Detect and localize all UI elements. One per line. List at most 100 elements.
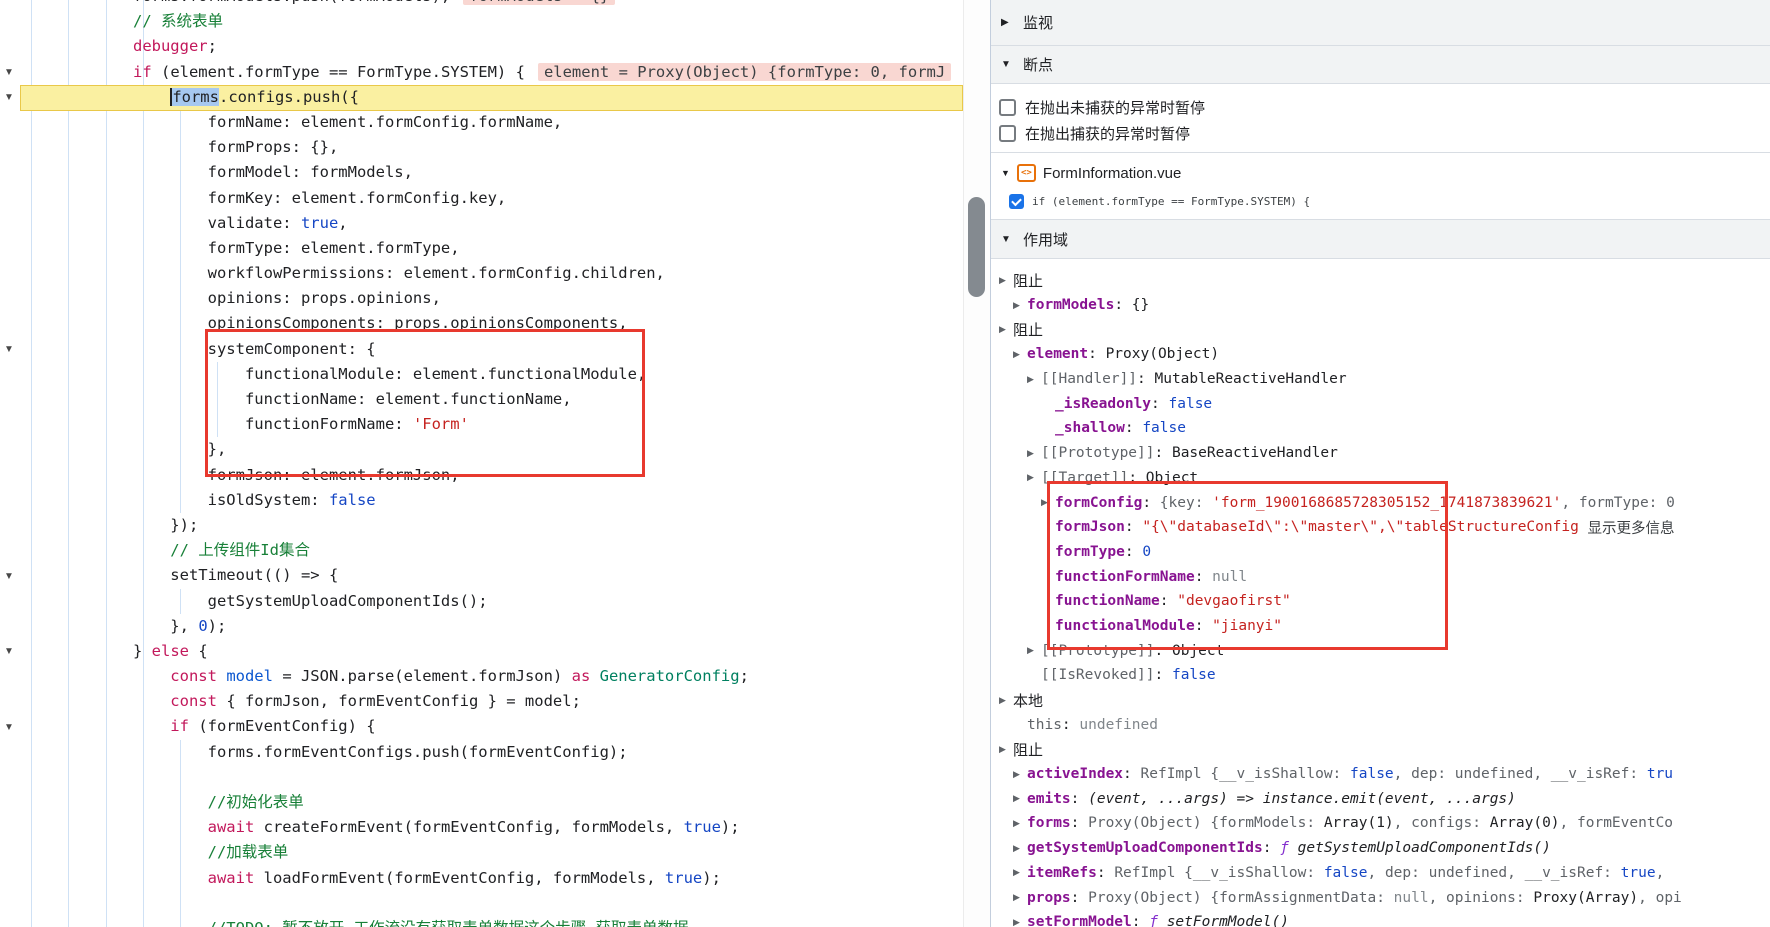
- code-line[interactable]: systemComponent: {: [21, 337, 963, 362]
- code-line[interactable]: debugger;: [21, 34, 963, 59]
- code-line[interactable]: },: [21, 437, 963, 462]
- disclosure-triangle-icon[interactable]: ▶: [999, 324, 1013, 335]
- code-line[interactable]: formJson: element.formJson,: [21, 463, 963, 488]
- disclosure-triangle-icon[interactable]: ▶: [1027, 448, 1041, 459]
- code-line[interactable]: //初始化表单: [21, 790, 963, 815]
- chevron-down-icon[interactable]: ▼: [1001, 168, 1010, 178]
- disclosure-triangle-icon[interactable]: ▶: [1027, 645, 1041, 656]
- disclosure-triangle-icon[interactable]: ▶: [1013, 843, 1027, 854]
- pause-uncaught-exceptions-row[interactable]: 在抛出未捕获的异常时暂停: [991, 94, 1205, 120]
- scope-row[interactable]: ▶[[Target]]: Object: [991, 466, 1770, 491]
- code-line[interactable]: // 上传组件Id集合: [21, 538, 963, 563]
- disclosure-triangle-icon[interactable]: ▶: [999, 275, 1013, 286]
- code-line[interactable]: const { formJson, formEventConfig } = mo…: [21, 689, 963, 714]
- code-line[interactable]: opinions: props.opinions,: [21, 286, 963, 311]
- disclosure-triangle-icon[interactable]: ▶: [1013, 300, 1027, 311]
- disclosure-triangle-icon[interactable]: ▶: [1013, 867, 1027, 878]
- scope-row[interactable]: ▶本地: [991, 688, 1770, 713]
- fold-marker-icon[interactable]: ▼: [4, 344, 14, 356]
- code-line[interactable]: formType: element.formType,: [21, 236, 963, 261]
- code-line[interactable]: const model = JSON.parse(element.formJso…: [21, 664, 963, 689]
- disclosure-triangle-icon[interactable]: ▶: [1013, 769, 1027, 780]
- code-line[interactable]: forms.configs.push({: [21, 85, 963, 110]
- scope-row[interactable]: ▶阻止: [991, 737, 1770, 762]
- scope-row[interactable]: _isReadonly: false: [991, 391, 1770, 416]
- scope-row[interactable]: this: undefined: [991, 712, 1770, 737]
- fold-marker-icon[interactable]: ▼: [4, 67, 14, 79]
- checkbox-checked-icon[interactable]: [1009, 194, 1024, 209]
- breakpoint-entry-row[interactable]: if (element.formType == FormType.SYSTEM)…: [991, 188, 1310, 214]
- code-line[interactable]: functionFormName: 'Form': [21, 412, 963, 437]
- fold-marker-icon[interactable]: ▼: [4, 722, 14, 734]
- code-line[interactable]: [21, 765, 963, 790]
- scope-row[interactable]: ▶formModels: {}: [991, 293, 1770, 318]
- code-line[interactable]: }, 0);: [21, 614, 963, 639]
- scope-row[interactable]: ▶props: Proxy(Object) {formAssignmentDat…: [991, 885, 1770, 910]
- code-line[interactable]: validate: true,: [21, 211, 963, 236]
- code-line[interactable]: // 系统表单: [21, 9, 963, 34]
- scope-row[interactable]: ▶forms: Proxy(Object) {formModels: Array…: [991, 811, 1770, 836]
- scope-row[interactable]: formJson: "{\"databaseId\":\"master\",\"…: [991, 515, 1770, 540]
- pause-caught-exceptions-row[interactable]: 在抛出捕获的异常时暂停: [991, 120, 1190, 146]
- scope-row[interactable]: ▶emits: (event, ...args) => instance.emi…: [991, 786, 1770, 811]
- disclosure-triangle-icon[interactable]: ▶: [999, 695, 1013, 706]
- disclosure-triangle-icon[interactable]: ▶: [1013, 818, 1027, 829]
- fold-marker-icon[interactable]: ▼: [4, 571, 14, 583]
- code-line[interactable]: getSystemUploadComponentIds();: [21, 589, 963, 614]
- code-line[interactable]: functionalModule: element.functionalModu…: [21, 362, 963, 387]
- scope-row[interactable]: ▶[[Prototype]]: BaseReactiveHandler: [991, 441, 1770, 466]
- code-line[interactable]: //TODO: 暂不放开 工作流没有获取表单数据这个步骤 获取表单数据: [21, 916, 963, 927]
- code-line[interactable]: await loadFormEvent(formEventConfig, for…: [21, 866, 963, 891]
- scope-row[interactable]: ▶itemRefs: RefImpl {__v_isShallow: false…: [991, 861, 1770, 886]
- scrollbar-thumb[interactable]: [968, 197, 985, 297]
- source-editor[interactable]: forms.formModels.push(formModels);formMo…: [0, 0, 963, 927]
- code-line[interactable]: formProps: {},: [21, 135, 963, 160]
- scope-row[interactable]: [[IsRevoked]]: false: [991, 663, 1770, 688]
- scope-row[interactable]: ▶setFormModel: ƒ setFormModel(): [991, 910, 1770, 927]
- code-line[interactable]: functionName: element.functionName,: [21, 387, 963, 412]
- code-line[interactable]: if (formEventConfig) {: [21, 714, 963, 739]
- code-line[interactable]: formKey: element.formConfig.key,: [21, 186, 963, 211]
- scope-row[interactable]: ▶element: Proxy(Object): [991, 342, 1770, 367]
- scope-row[interactable]: ▶阻止: [991, 317, 1770, 342]
- fold-marker-icon[interactable]: ▼: [4, 646, 14, 658]
- code-line[interactable]: forms.formModels.push(formModels);formMo…: [21, 0, 963, 9]
- breakpoints-section-header[interactable]: ▼ 断点: [991, 46, 1770, 84]
- watch-section-header[interactable]: ▶ 监视: [991, 0, 1770, 46]
- scope-row[interactable]: ▶[[Handler]]: MutableReactiveHandler: [991, 367, 1770, 392]
- scope-row[interactable]: functionFormName: null: [991, 564, 1770, 589]
- scope-row[interactable]: formType: 0: [991, 540, 1770, 565]
- code-line[interactable]: });: [21, 513, 963, 538]
- disclosure-triangle-icon[interactable]: ▶: [1013, 892, 1027, 903]
- code-line[interactable]: //加载表单: [21, 840, 963, 865]
- code-line[interactable]: [21, 891, 963, 916]
- code-line[interactable]: forms.formEventConfigs.push(formEventCon…: [21, 740, 963, 765]
- scope-row[interactable]: ▶[[Prototype]]: Object: [991, 638, 1770, 663]
- code-line[interactable]: if (element.formType == FormType.SYSTEM)…: [21, 60, 963, 85]
- breakpoint-file-row[interactable]: ▼ <> FormInformation.vue: [991, 160, 1181, 186]
- disclosure-triangle-icon[interactable]: ▶: [1041, 497, 1055, 508]
- scope-row[interactable]: ▶formConfig: {key: 'form_190016868572830…: [991, 490, 1770, 515]
- editor-scrollbar[interactable]: [963, 0, 991, 927]
- scope-row[interactable]: functionalModule: "jianyi": [991, 614, 1770, 639]
- scope-row[interactable]: ▶阻止: [991, 268, 1770, 293]
- code-line[interactable]: setTimeout(() => {: [21, 563, 963, 588]
- disclosure-triangle-icon[interactable]: ▶: [1027, 472, 1041, 483]
- code-line[interactable]: formName: element.formConfig.formName,: [21, 110, 963, 135]
- checkbox-unchecked-icon[interactable]: [999, 99, 1016, 116]
- code-line[interactable]: isOldSystem: false: [21, 488, 963, 513]
- disclosure-triangle-icon[interactable]: ▶: [1013, 917, 1027, 927]
- code-line[interactable]: formModel: formModels,: [21, 160, 963, 185]
- disclosure-triangle-icon[interactable]: ▶: [1013, 793, 1027, 804]
- scope-row[interactable]: _shallow: false: [991, 416, 1770, 441]
- disclosure-triangle-icon[interactable]: ▶: [1027, 374, 1041, 385]
- scope-row[interactable]: ▶getSystemUploadComponentIds: ƒ getSyste…: [991, 836, 1770, 861]
- scope-row[interactable]: ▶activeIndex: RefImpl {__v_isShallow: fa…: [991, 762, 1770, 787]
- disclosure-triangle-icon[interactable]: ▶: [1013, 349, 1027, 360]
- scope-row[interactable]: functionName: "devgaofirst": [991, 589, 1770, 614]
- code-line[interactable]: workflowPermissions: element.formConfig.…: [21, 261, 963, 286]
- scope-section-header[interactable]: ▼ 作用域: [991, 219, 1770, 259]
- disclosure-triangle-icon[interactable]: ▶: [999, 744, 1013, 755]
- code-line[interactable]: opinionsComponents: props.opinionsCompon…: [21, 311, 963, 336]
- fold-marker-icon[interactable]: ▼: [4, 92, 14, 104]
